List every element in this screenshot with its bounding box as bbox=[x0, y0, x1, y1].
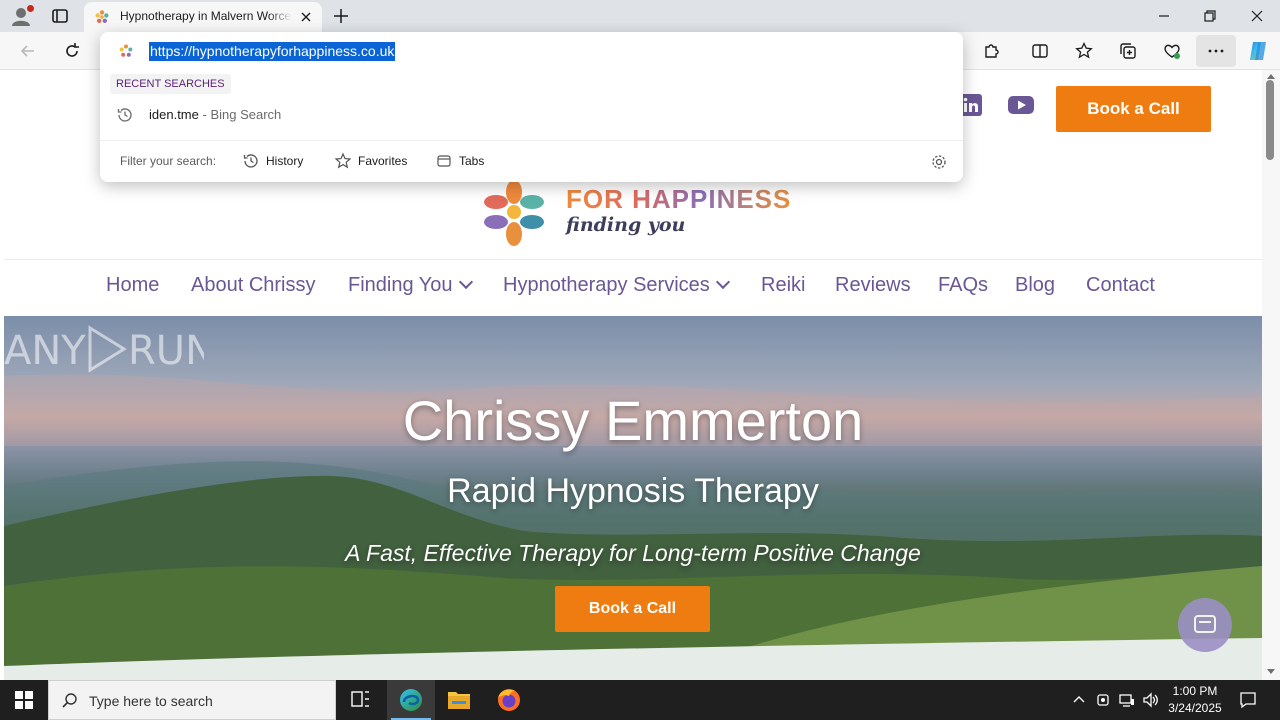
main-navigation: Home About Chrissy Finding You Hypnother… bbox=[4, 268, 1262, 308]
refresh-icon[interactable] bbox=[62, 41, 82, 61]
settings-gear-icon[interactable] bbox=[930, 153, 948, 171]
history-suggestion[interactable]: iden.tme - Bing Search bbox=[149, 107, 281, 122]
back-arrow-icon[interactable] bbox=[18, 41, 38, 61]
linkedin-icon[interactable] bbox=[960, 94, 982, 116]
more-menu-icon[interactable] bbox=[1206, 41, 1226, 61]
hero-book-call-button[interactable]: Book a Call bbox=[555, 586, 710, 632]
chevron-down-icon bbox=[715, 274, 730, 290]
hero-subtitle: Rapid Hypnosis Therapy bbox=[447, 472, 819, 510]
nav-finding-you[interactable]: Finding You bbox=[348, 274, 473, 297]
extensions-icon[interactable] bbox=[981, 41, 1001, 61]
taskbar-edge[interactable] bbox=[387, 680, 435, 720]
filter-tabs-label: Tabs bbox=[459, 154, 485, 168]
favorites-star-icon[interactable] bbox=[1074, 41, 1094, 61]
hero-banner: Chrissy Emmerton Rapid Hypnosis Therapy … bbox=[4, 316, 1262, 680]
star-icon bbox=[334, 152, 352, 169]
windows-taskbar: Type here to search 1:00 PM 3/24/2025 bbox=[0, 680, 1280, 720]
nav-contact[interactable]: Contact bbox=[1086, 274, 1155, 297]
nav-about-chrissy[interactable]: About Chrissy bbox=[191, 274, 316, 297]
task-view-icon bbox=[351, 691, 369, 707]
tab-actions-icon[interactable] bbox=[50, 6, 70, 26]
site-favicon-icon bbox=[95, 10, 109, 23]
search-filter-bar: Filter your search: History Favorites Ta… bbox=[100, 140, 963, 182]
taskbar-firefox[interactable] bbox=[485, 680, 533, 720]
chat-icon bbox=[1194, 615, 1216, 633]
scroll-up-icon[interactable] bbox=[1266, 72, 1276, 80]
logo-text: FOR HAPPINESS bbox=[566, 184, 792, 214]
tray-volume-icon[interactable] bbox=[1141, 691, 1159, 709]
address-bar-dropdown: https://hypnotherapyforhappiness.co.uk R… bbox=[100, 32, 963, 182]
copilot-icon[interactable] bbox=[1246, 39, 1270, 63]
close-window-icon[interactable] bbox=[1247, 6, 1267, 26]
taskbar-search-placeholder: Type here to search bbox=[89, 693, 213, 709]
flower-logo-icon bbox=[484, 180, 544, 246]
svg-text:RUN: RUN bbox=[128, 328, 204, 374]
nav-reviews[interactable]: Reviews bbox=[835, 274, 911, 297]
history-icon bbox=[243, 154, 258, 168]
taskbar-clock-date[interactable]: 3/24/2025 bbox=[1160, 701, 1230, 715]
collections-icon[interactable] bbox=[1118, 41, 1138, 61]
chat-widget-button[interactable] bbox=[1178, 598, 1232, 652]
close-tab-icon[interactable] bbox=[298, 9, 314, 25]
filter-history-label: History bbox=[266, 154, 304, 168]
notification-center-icon[interactable] bbox=[1238, 690, 1258, 710]
firefox-icon bbox=[498, 689, 520, 711]
nav-faqs[interactable]: FAQs bbox=[938, 274, 988, 297]
task-view-button[interactable] bbox=[336, 680, 384, 720]
logo-tagline: finding you bbox=[566, 214, 686, 236]
nav-home[interactable]: Home bbox=[106, 274, 159, 297]
taskbar-clock-time[interactable]: 1:00 PM bbox=[1160, 684, 1230, 698]
folder-icon bbox=[448, 692, 470, 709]
browser-tab[interactable]: Hypnotherapy in Malvern Worcestershire bbox=[84, 2, 322, 32]
nav-blog[interactable]: Blog bbox=[1015, 274, 1055, 297]
restore-icon[interactable] bbox=[1200, 6, 1220, 26]
taskbar-file-explorer[interactable] bbox=[435, 680, 483, 720]
tab-title: Hypnotherapy in Malvern Worcestershire bbox=[120, 9, 292, 23]
new-tab-icon[interactable] bbox=[331, 6, 351, 26]
history-source: Bing Search bbox=[210, 107, 282, 122]
search-icon bbox=[62, 693, 77, 708]
scrollbar-thumb[interactable] bbox=[1266, 80, 1274, 160]
minimize-icon[interactable] bbox=[1154, 6, 1174, 26]
nav-reiki[interactable]: Reiki bbox=[761, 274, 805, 297]
hero-title: Chrissy Emmerton bbox=[402, 389, 864, 452]
history-query: iden.tme bbox=[149, 107, 199, 122]
filter-label: Filter your search: bbox=[120, 154, 217, 168]
nav-divider bbox=[4, 259, 1262, 260]
recent-searches-label: RECENT SEARCHES bbox=[110, 74, 231, 94]
history-separator: - bbox=[198, 107, 211, 122]
youtube-icon[interactable] bbox=[1008, 95, 1034, 115]
chevron-down-icon bbox=[458, 274, 473, 290]
taskbar-search-box[interactable]: Type here to search bbox=[48, 680, 336, 720]
filter-favorites-label: Favorites bbox=[358, 154, 408, 168]
address-input[interactable]: https://hypnotherapyforhappiness.co.uk bbox=[149, 42, 396, 61]
nav-finding-you-label: Finding You bbox=[348, 274, 453, 296]
page-scrollbar[interactable] bbox=[1262, 70, 1280, 680]
nav-hypnotherapy-services[interactable]: Hypnotherapy Services bbox=[503, 274, 730, 297]
history-clock-icon bbox=[117, 108, 132, 122]
split-screen-icon[interactable] bbox=[1030, 41, 1050, 61]
anyrun-watermark-logo: ANY RUN bbox=[4, 325, 204, 374]
hero-tagline: A Fast, Effective Therapy for Long-term … bbox=[345, 540, 921, 566]
profile-notification-dot bbox=[27, 5, 34, 12]
tabs-icon bbox=[437, 155, 451, 167]
edge-icon bbox=[400, 689, 422, 711]
tray-chevron-up-icon[interactable] bbox=[1070, 691, 1088, 709]
tab-bar: Hypnotherapy in Malvern Worcestershire bbox=[0, 0, 1280, 32]
windows-start-icon[interactable] bbox=[0, 680, 48, 720]
header-book-call-button[interactable]: Book a Call bbox=[1056, 86, 1211, 132]
browser-essentials-icon[interactable] bbox=[1162, 41, 1182, 61]
tray-network-icon[interactable] bbox=[1118, 691, 1136, 709]
nav-services-label: Hypnotherapy Services bbox=[503, 274, 710, 296]
tray-network-device-icon[interactable] bbox=[1094, 691, 1112, 709]
svg-text:ANY: ANY bbox=[4, 328, 86, 374]
scroll-down-icon[interactable] bbox=[1266, 668, 1276, 676]
site-favicon-icon bbox=[119, 44, 133, 57]
